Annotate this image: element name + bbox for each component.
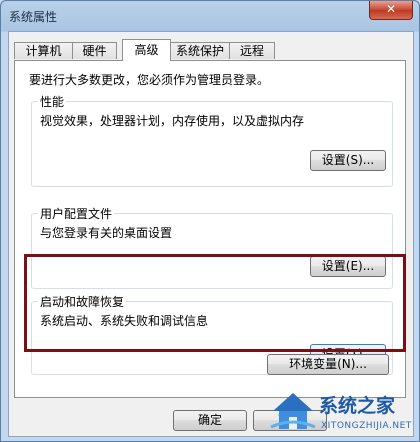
- user-profile-description: 与您登录有关的桌面设置: [40, 226, 173, 240]
- window-title: 系统属性: [9, 10, 58, 24]
- tab-remote[interactable]: 远程: [229, 42, 275, 59]
- system-properties-window: 系统属性 ✕ 计算机名 硬件 高级 系统保护 远程 要进行大多数更改，您必须作为…: [0, 0, 420, 442]
- watermark-text: 系统之家: [319, 395, 396, 417]
- performance-group: 性能 视觉效果，处理器计划，内存使用，以及虚拟内存 设置(S)...: [31, 93, 393, 187]
- tab-system-protection[interactable]: 系统保护: [170, 42, 230, 59]
- tab-advanced[interactable]: 高级: [122, 39, 171, 61]
- title-bar[interactable]: 系统属性 ✕: [1, 1, 419, 29]
- watermark-subtext: XITONGZHIJIA.NET: [321, 421, 412, 431]
- startup-recovery-title: 启动和故障恢复: [38, 293, 127, 310]
- tab-hardware[interactable]: 硬件: [72, 42, 117, 59]
- startup-recovery-description: 系统启动、系统失败和调试信息: [40, 314, 209, 328]
- user-profile-title: 用户配置文件: [38, 205, 115, 222]
- user-profile-group: 用户配置文件 与您登录有关的桌面设置 设置(E)...: [31, 205, 393, 289]
- dialog-client: 计算机名 硬件 高级 系统保护 远程 要进行大多数更改，您必须作为管理员登录。 …: [8, 31, 414, 437]
- watermark-house-icon: [270, 393, 316, 429]
- user-profile-settings-button[interactable]: 设置(E)...: [310, 256, 386, 277]
- ok-button[interactable]: 确定: [173, 410, 247, 431]
- environment-variables-button[interactable]: 环境变量(N)...: [267, 354, 389, 375]
- performance-title: 性能: [38, 93, 67, 110]
- tab-computer-name[interactable]: 计算机名: [14, 42, 73, 75]
- site-watermark: 系统之家 XITONGZHIJIA.NET: [269, 387, 419, 441]
- advanced-tab-page: 要进行大多数更改，您必须作为管理员登录。 性能 视觉效果，处理器计划，内存使用，…: [14, 60, 406, 398]
- admin-notice: 要进行大多数更改，您必须作为管理员登录。: [29, 73, 270, 87]
- close-button[interactable]: ✕: [369, 1, 413, 20]
- performance-settings-button[interactable]: 设置(S)...: [310, 150, 386, 171]
- performance-description: 视觉效果，处理器计划，内存使用，以及虚拟内存: [40, 114, 305, 128]
